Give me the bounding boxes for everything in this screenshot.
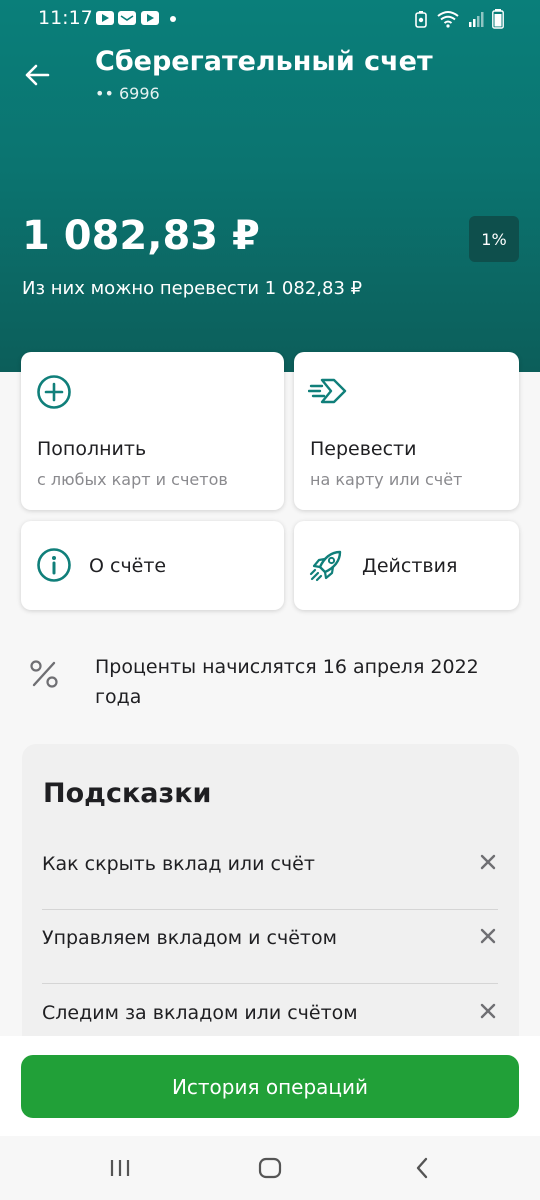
tips-title: Подсказки xyxy=(43,778,212,809)
home-button[interactable] xyxy=(250,1154,290,1182)
rocket-icon xyxy=(309,550,342,582)
transfer-card[interactable]: Перевести на карту или счёт xyxy=(294,352,519,510)
tip-label: Управляем вкладом и счётом xyxy=(42,927,337,949)
chevron-left-icon xyxy=(416,1157,428,1179)
recent-apps-icon xyxy=(110,1160,130,1176)
info-icon xyxy=(37,548,71,582)
top-up-subtitle: с любых карт и счетов xyxy=(37,470,228,489)
available-amount: Из них можно перевести 1 082,83 ₽ xyxy=(22,278,363,299)
transfer-subtitle: на карту или счёт xyxy=(310,470,463,489)
arrow-transfer-icon xyxy=(308,378,347,404)
home-icon xyxy=(258,1157,282,1179)
bottom-action-area: История операций xyxy=(0,1036,540,1136)
tip-label: Следим за вкладом или счётом xyxy=(42,1002,358,1024)
interest-accrual-info: Проценты начислятся 16 апреля 2022 года xyxy=(22,648,522,718)
wifi-icon xyxy=(437,11,459,28)
about-account-card[interactable]: О счёте xyxy=(21,521,284,610)
interest-rate-badge[interactable]: 1% xyxy=(469,216,519,262)
youtube-icon xyxy=(96,11,114,25)
close-icon[interactable] xyxy=(478,1001,498,1021)
back-button[interactable] xyxy=(18,56,56,94)
recent-apps-button[interactable] xyxy=(100,1154,140,1182)
plus-circle-icon xyxy=(37,375,71,409)
page-title: Сберегательный счет xyxy=(95,46,433,77)
battery-saver-icon xyxy=(415,11,427,28)
about-account-title: О счёте xyxy=(89,555,167,577)
mail-icon xyxy=(118,11,136,25)
top-up-title: Пополнить xyxy=(37,438,147,460)
battery-icon xyxy=(492,9,504,29)
transfer-title: Перевести xyxy=(310,438,417,460)
divider xyxy=(42,983,498,984)
account-number: •• 6996 xyxy=(95,84,160,103)
arrow-left-icon xyxy=(25,64,50,86)
tip-label: Как скрыть вклад или счёт xyxy=(42,853,315,875)
actions-title: Действия xyxy=(362,555,458,577)
status-bar: 11:17 xyxy=(0,0,540,38)
status-time: 11:17 xyxy=(38,7,93,29)
status-icons xyxy=(414,9,504,29)
actions-card[interactable]: Действия xyxy=(294,521,519,610)
youtube-icon xyxy=(141,11,159,25)
percent-icon xyxy=(30,660,58,688)
interest-text: Проценты начислятся 16 апреля 2022 года xyxy=(95,656,479,708)
close-icon[interactable] xyxy=(478,926,498,946)
tips-panel: Подсказки Как скрыть вклад или счёт Упра… xyxy=(22,744,519,1074)
tip-item[interactable]: Как скрыть вклад или счёт xyxy=(42,836,498,910)
notification-dot-icon xyxy=(170,16,176,22)
top-up-card[interactable]: Пополнить с любых карт и счетов xyxy=(21,352,284,510)
close-icon[interactable] xyxy=(478,852,498,872)
back-nav-button[interactable] xyxy=(402,1154,442,1182)
system-navigation-bar xyxy=(0,1136,540,1200)
balance-amount: 1 082,83 ₽ xyxy=(22,213,260,259)
tip-item[interactable]: Управляем вкладом и счётом xyxy=(42,910,498,984)
operations-history-button[interactable]: История операций xyxy=(21,1055,519,1118)
signal-icon xyxy=(469,12,484,27)
